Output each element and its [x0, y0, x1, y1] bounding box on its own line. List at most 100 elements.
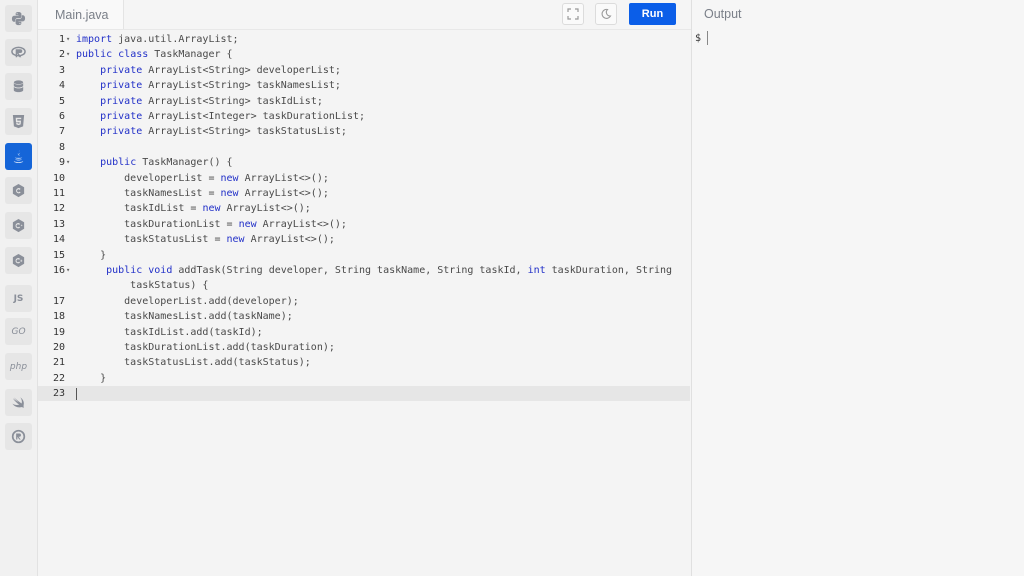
code-text: public void addTask(String developer, St…: [106, 265, 673, 276]
code-line[interactable]: 20 taskDurationList.add(taskDuration);: [38, 340, 690, 355]
line-number: 6: [58, 111, 65, 122]
code-text: taskStatusList.add(taskStatus);: [76, 357, 311, 369]
code-line[interactable]: 1 ▾ import java.util.ArrayList;: [38, 32, 690, 47]
code-line[interactable]: 9 ▾ public TaskManager() {: [38, 155, 690, 170]
output-panel: Output $: [691, 0, 1024, 576]
swift-icon[interactable]: [5, 389, 32, 416]
code-line[interactable]: 17 developerList.add(developer);: [38, 294, 690, 309]
code-text: taskDurationList = new ArrayList<>();: [76, 218, 347, 230]
line-number: 3: [58, 64, 65, 76]
line-number: 9: [58, 157, 65, 169]
run-button[interactable]: Run: [629, 3, 676, 25]
code-line[interactable]: 23: [38, 386, 690, 402]
code-text: taskNamesList = new ArrayList<>();: [76, 188, 329, 199]
fold-arrow-icon[interactable]: ▾: [66, 263, 70, 278]
code-text: import java.util.ArrayList;: [76, 34, 239, 45]
fullscreen-button[interactable]: [562, 3, 584, 25]
code-line[interactable]: 5 private ArrayList<String> taskIdList;: [38, 94, 690, 109]
code-text: private ArrayList<String> taskStatusList…: [100, 126, 347, 138]
rust-icon[interactable]: [5, 423, 32, 450]
js-icon[interactable]: JS: [5, 285, 32, 312]
code-line[interactable]: 13 taskDurationList = new ArrayList<>();: [38, 217, 690, 232]
line-number: 15: [52, 249, 65, 261]
terminal-prompt: $: [695, 33, 702, 44]
code-line[interactable]: 18 taskNamesList.add(taskName);: [38, 309, 690, 324]
code-line[interactable]: 14 taskStatusList = new ArrayList<>();: [38, 232, 690, 247]
code-line[interactable]: 6 private ArrayList<Integer> taskDuratio…: [38, 109, 690, 124]
code-text: public TaskManager() {: [100, 157, 233, 169]
code-text: private ArrayList<String> taskIdList;: [100, 95, 323, 107]
line-number: 23: [52, 388, 65, 400]
line-number: 20: [52, 342, 65, 353]
code-text: private ArrayList<String> taskNamesList;: [100, 80, 341, 92]
go-icon[interactable]: GO: [5, 318, 32, 345]
line-number: 10: [52, 172, 65, 184]
editor-header: Main.java Run: [38, 0, 691, 29]
file-tab-main-java[interactable]: Main.java: [38, 0, 124, 29]
go-label: GO: [11, 326, 26, 337]
cpp-icon[interactable]: [5, 212, 32, 239]
code-line[interactable]: 19 taskIdList.add(taskId);: [38, 325, 690, 340]
line-number: 14: [52, 234, 65, 246]
python-icon[interactable]: [5, 5, 32, 32]
code-text: taskNamesList.add(taskName);: [76, 311, 293, 323]
code-text: }: [76, 372, 107, 384]
code-text: taskIdList.add(taskId);: [76, 326, 263, 338]
r-icon[interactable]: [5, 39, 32, 66]
csharp-icon[interactable]: [5, 247, 32, 274]
line-number: 16: [52, 265, 65, 276]
fold-arrow-icon[interactable]: ▾: [66, 32, 70, 47]
code-text: developerList.add(developer);: [76, 295, 299, 307]
dark-mode-toggle[interactable]: [595, 3, 617, 25]
code-line[interactable]: 7 private ArrayList<String> taskStatusLi…: [38, 124, 690, 139]
code-line[interactable]: 10 developerList = new ArrayList<>();: [38, 171, 690, 186]
line-number: 2: [58, 49, 65, 61]
code-text: }: [76, 249, 107, 261]
line-number: 22: [52, 372, 65, 384]
code-line[interactable]: 11 taskNamesList = new ArrayList<>();: [38, 186, 690, 201]
code-line[interactable]: 2 ▾ public class TaskManager {: [38, 47, 690, 62]
line-number: 11: [52, 188, 65, 199]
file-tab-label: Main.java: [55, 7, 109, 22]
java-icon[interactable]: [5, 143, 32, 170]
php-icon[interactable]: php: [5, 353, 32, 380]
php-label: php: [9, 361, 28, 372]
code-line[interactable]: 15 }: [38, 248, 690, 263]
fold-arrow-icon[interactable]: ▾: [66, 47, 70, 62]
code-line[interactable]: 4 private ArrayList<String> taskNamesLis…: [38, 78, 690, 93]
code-text: developerList = new ArrayList<>();: [76, 172, 329, 184]
code-text: public class TaskManager {: [76, 49, 233, 61]
line-number: 8: [58, 141, 65, 153]
text-cursor: [76, 388, 77, 401]
fullscreen-icon: [567, 8, 579, 20]
code-line[interactable]: 8: [38, 140, 690, 155]
moon-icon: [601, 8, 612, 19]
run-button-label: Run: [641, 8, 664, 20]
c-icon[interactable]: [5, 177, 32, 204]
code-line[interactable]: 21 taskStatusList.add(taskStatus);: [38, 355, 690, 370]
terminal-cursor[interactable]: [707, 31, 708, 45]
code-line[interactable]: 16 ▾ public void addTask(String developer…: [38, 263, 690, 278]
code-text: taskStatus) {: [76, 280, 209, 292]
line-number: 12: [52, 203, 65, 215]
language-sidebar: JS GO php: [0, 0, 38, 576]
database-icon[interactable]: [5, 73, 32, 100]
html5-icon[interactable]: [5, 108, 32, 135]
line-number: 1: [58, 34, 65, 45]
code-line[interactable]: taskStatus) {: [38, 278, 690, 293]
code-text: taskIdList = new ArrayList<>();: [76, 203, 311, 215]
line-number: 18: [52, 311, 65, 323]
line-number: 13: [52, 218, 65, 230]
code-line[interactable]: 3 private ArrayList<String> developerLis…: [38, 63, 690, 78]
code-text: private ArrayList<Integer> taskDurationL…: [100, 111, 366, 122]
line-number: 7: [58, 126, 65, 138]
line-number: 21: [52, 357, 65, 369]
code-text: private ArrayList<String> developerList;: [100, 64, 341, 76]
js-label: JS: [13, 293, 24, 304]
line-number: 19: [52, 326, 65, 338]
code-line[interactable]: 22 }: [38, 371, 690, 386]
fold-arrow-icon[interactable]: ▾: [66, 155, 70, 170]
output-title: Output: [704, 7, 742, 21]
code-editor[interactable]: 1 ▾ import java.util.ArrayList; 2 ▾ public cl…: [38, 29, 699, 576]
code-line[interactable]: 12 taskIdList = new ArrayList<>();: [38, 201, 690, 216]
